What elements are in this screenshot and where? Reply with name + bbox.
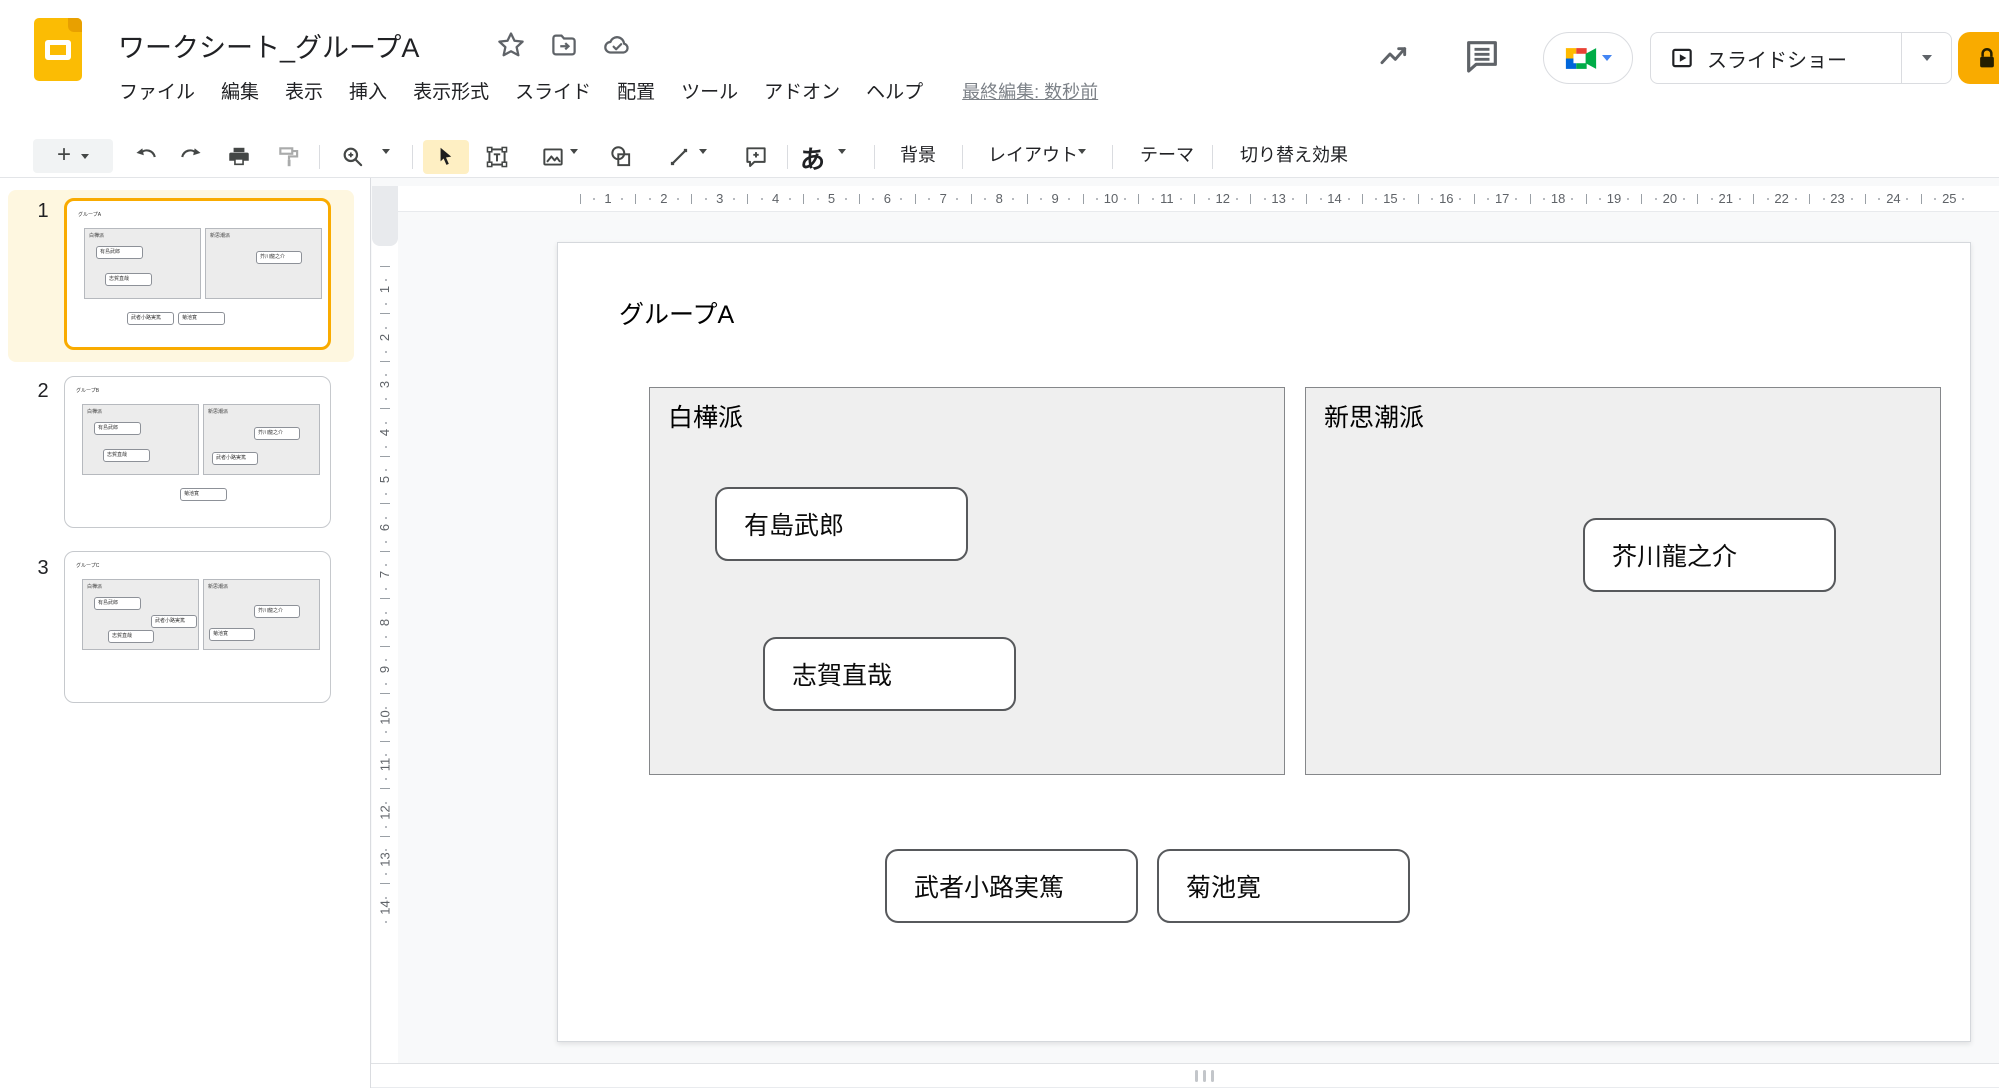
group-label: 白樺派 bbox=[668, 398, 743, 434]
slideshow-label: スライドショー bbox=[1707, 44, 1847, 73]
new-slide-button[interactable]: + bbox=[33, 139, 113, 173]
group-label: 新思潮派 bbox=[1324, 398, 1424, 434]
slideshow-button[interactable]: スライドショー bbox=[1651, 33, 1901, 83]
line-tool-icon[interactable] bbox=[666, 144, 692, 170]
vertical-ruler-numbers: 1234567891011121314 bbox=[372, 266, 398, 931]
toolbar-separator bbox=[412, 145, 413, 169]
menu-insert[interactable]: 挿入 bbox=[336, 74, 400, 107]
undo-icon[interactable] bbox=[133, 144, 159, 170]
notes-drag-handle[interactable] bbox=[1195, 1070, 1214, 1082]
last-edited-link[interactable]: 最終編集: 数秒前 bbox=[962, 78, 1098, 104]
layout-button[interactable]: レイアウト bbox=[988, 141, 1078, 167]
slide-number: 3 bbox=[28, 557, 58, 580]
menu-format[interactable]: 表示形式 bbox=[400, 74, 502, 107]
zoom-icon[interactable] bbox=[340, 144, 366, 170]
horizontal-ruler-numbers: 1234567891011121314151617181920212223242… bbox=[580, 186, 1977, 212]
zoom-caret-icon[interactable] bbox=[382, 154, 390, 172]
menu-arrange[interactable]: 配置 bbox=[604, 74, 668, 107]
image-caret-icon[interactable] bbox=[570, 154, 578, 172]
slides-logo[interactable] bbox=[34, 18, 82, 81]
print-icon[interactable] bbox=[226, 144, 252, 170]
insert-comment-icon[interactable] bbox=[743, 144, 769, 170]
menu-edit[interactable]: 編集 bbox=[208, 74, 272, 107]
select-cursor-icon[interactable] bbox=[433, 144, 459, 170]
meet-button[interactable] bbox=[1543, 32, 1633, 84]
slide-thumbnail-3[interactable]: グループC 白樺派 新思潮派 有島武郎 武者小路実篤 志賀直哉 芥川龍之介 菊池… bbox=[64, 551, 331, 703]
name-box-kikuchi[interactable]: 菊池寛 bbox=[1157, 849, 1410, 923]
toolbar-separator bbox=[319, 145, 320, 169]
presentation-icon bbox=[1669, 45, 1695, 71]
background-button[interactable]: 背景 bbox=[900, 141, 936, 167]
group-box-shirakaba[interactable]: 白樺派 有島武郎 志賀直哉 bbox=[649, 387, 1285, 775]
slide-thumbnail-1[interactable]: グループA 白樺派 新思潮派 有島武郎 志賀直哉 芥川龍之介 武者小路実篤 菊池… bbox=[64, 198, 331, 350]
slideshow-button-group: スライドショー bbox=[1650, 32, 1952, 84]
menu-help[interactable]: ヘルプ bbox=[853, 74, 936, 107]
google-slides-app: ワークシート_グループA ファイル 編集 表示 挿入 表示形式 スライド 配置 … bbox=[0, 0, 1999, 1088]
paint-format-icon[interactable] bbox=[276, 144, 302, 170]
text-box-icon[interactable] bbox=[484, 144, 510, 170]
lock-icon bbox=[1972, 43, 1999, 73]
toolbar-separator bbox=[962, 145, 963, 169]
meet-caret-icon bbox=[1602, 55, 1612, 61]
share-button[interactable] bbox=[1958, 32, 1999, 84]
layout-caret-icon[interactable] bbox=[1078, 154, 1086, 172]
input-tools-caret-icon[interactable] bbox=[838, 154, 846, 172]
slideshow-dropdown[interactable] bbox=[1901, 33, 1951, 83]
menu-bar: ファイル 編集 表示 挿入 表示形式 スライド 配置 ツール アドオン ヘルプ … bbox=[106, 74, 1098, 107]
new-slide-caret-icon bbox=[81, 154, 89, 159]
plus-icon: + bbox=[57, 143, 71, 167]
move-folder-icon[interactable] bbox=[549, 30, 579, 60]
activity-trend-icon[interactable] bbox=[1375, 40, 1413, 72]
document-title[interactable]: ワークシート_グループA bbox=[118, 26, 419, 65]
name-box-akutagawa[interactable]: 芥川龍之介 bbox=[1583, 518, 1836, 592]
insert-image-icon[interactable] bbox=[540, 144, 566, 170]
line-caret-icon[interactable] bbox=[699, 154, 707, 172]
name-box-mushanokoji[interactable]: 武者小路実篤 bbox=[885, 849, 1138, 923]
menu-view[interactable]: 表示 bbox=[272, 74, 336, 107]
toolbar-separator bbox=[1112, 145, 1113, 169]
notes-divider-bar bbox=[371, 1063, 1999, 1088]
menu-tools[interactable]: ツール bbox=[668, 74, 751, 107]
toolbar-separator bbox=[1212, 145, 1213, 169]
ruler-corner bbox=[372, 186, 398, 246]
comments-icon[interactable] bbox=[1462, 36, 1502, 76]
theme-button[interactable]: テーマ bbox=[1140, 141, 1194, 167]
meet-icon bbox=[1564, 45, 1598, 72]
logo-fold bbox=[68, 18, 82, 32]
name-box-shiga[interactable]: 志賀直哉 bbox=[763, 637, 1016, 711]
redo-icon[interactable] bbox=[178, 144, 204, 170]
slide-thumbnail-2[interactable]: グループB 白樺派 新思潮派 有島武郎 志賀直哉 芥川龍之介 武者小路実篤 菊池… bbox=[64, 376, 331, 528]
star-icon[interactable] bbox=[496, 30, 526, 60]
name-box-arishima[interactable]: 有島武郎 bbox=[715, 487, 968, 561]
menu-file[interactable]: ファイル bbox=[106, 74, 208, 107]
slide-title-text[interactable]: グループA bbox=[619, 295, 734, 331]
logo-inner-rect bbox=[45, 40, 71, 60]
menu-addons[interactable]: アドオン bbox=[751, 74, 853, 107]
cloud-saved-icon[interactable] bbox=[602, 30, 632, 60]
group-box-shinshicho[interactable]: 新思潮派 芥川龍之介 bbox=[1305, 387, 1941, 775]
toolbar-separator bbox=[787, 145, 788, 169]
slideshow-caret-icon bbox=[1922, 55, 1932, 61]
slide-canvas[interactable]: グループA 白樺派 有島武郎 志賀直哉 新思潮派 芥川龍之介 武者小路実篤 菊池… bbox=[557, 242, 1971, 1042]
slide-number: 2 bbox=[28, 380, 58, 403]
shape-icon[interactable] bbox=[608, 144, 634, 170]
slide-number: 1 bbox=[28, 200, 58, 223]
transition-button[interactable]: 切り替え効果 bbox=[1240, 141, 1348, 167]
toolbar-separator bbox=[874, 145, 875, 169]
input-tools-icon[interactable]: あ bbox=[800, 140, 825, 176]
menu-slide[interactable]: スライド bbox=[502, 74, 604, 107]
